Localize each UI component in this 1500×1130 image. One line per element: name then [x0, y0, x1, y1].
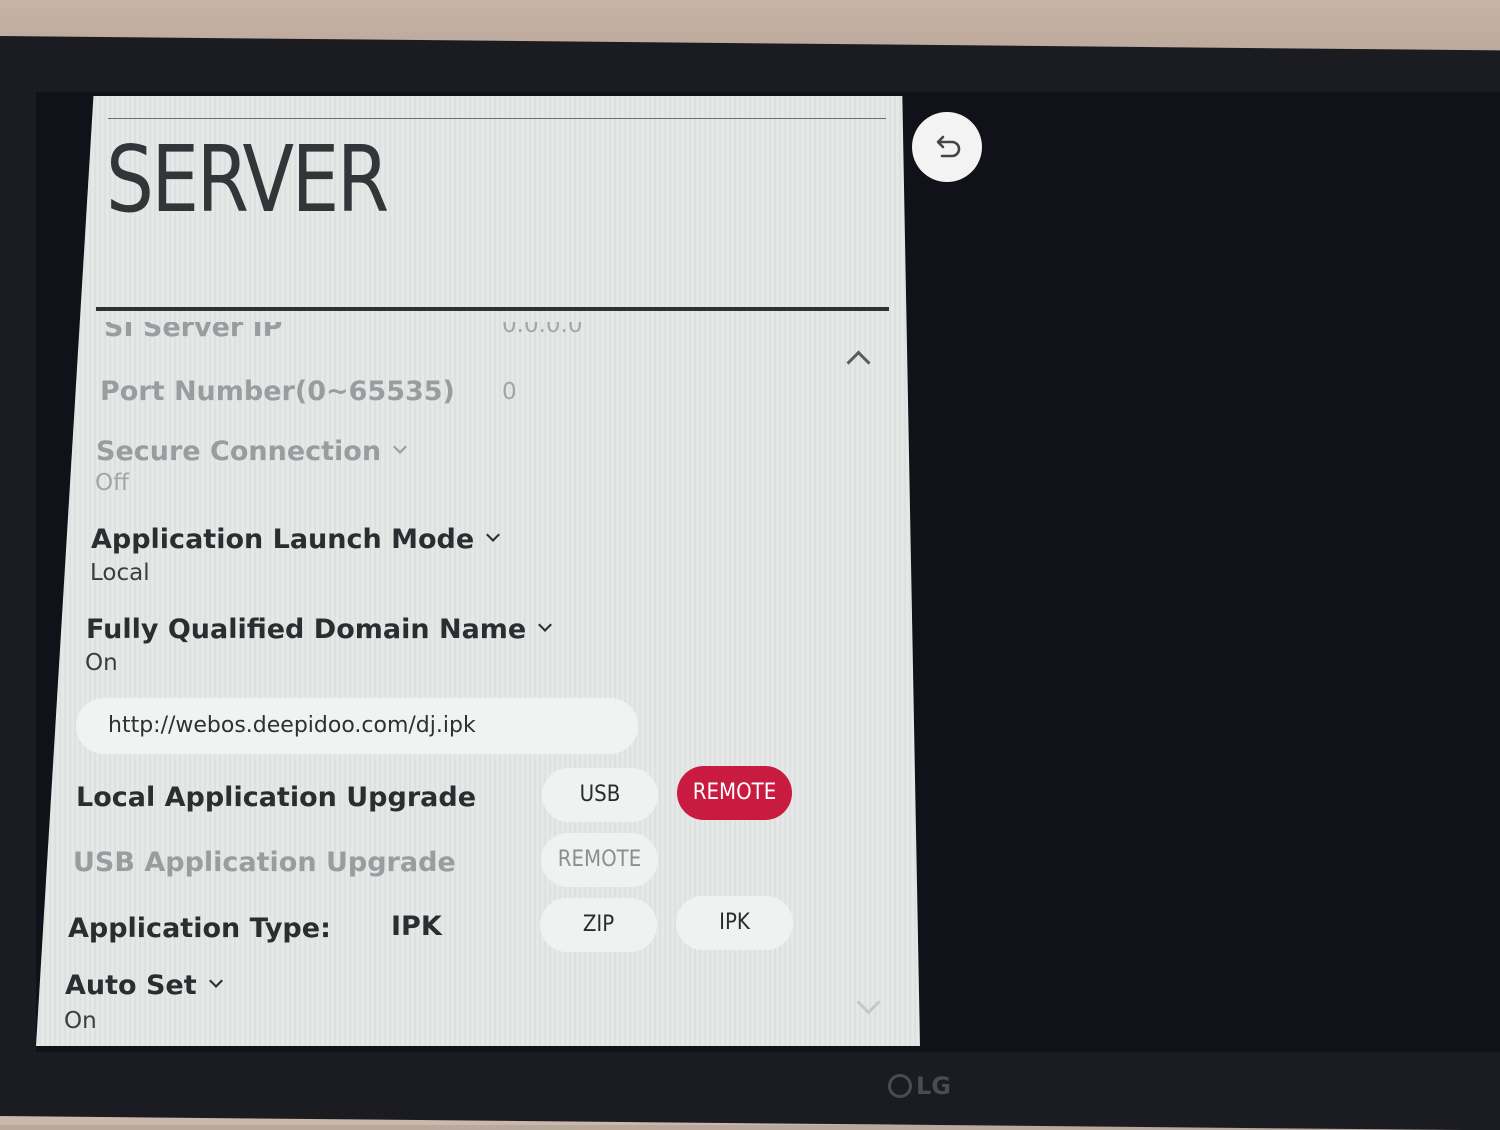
application-type-ipk-button[interactable]: IPK	[676, 896, 793, 950]
usb-upgrade-remote-button[interactable]: REMOTE	[541, 833, 658, 887]
local-upgrade-remote-button[interactable]: REMOTE	[677, 766, 792, 820]
si-server-ip-label: SI Server IP	[104, 312, 283, 343]
application-type-label: Application Type:	[68, 913, 331, 944]
application-type-zip-button[interactable]: ZIP	[540, 898, 657, 952]
secure-connection-value: Off	[95, 470, 129, 496]
chevron-down-icon	[208, 974, 223, 988]
lg-logo-mark	[888, 1074, 912, 1098]
fqdn-value: On	[85, 650, 118, 676]
secure-connection-label: Secure Connection	[96, 436, 382, 467]
chevron-up-icon[interactable]	[846, 350, 871, 375]
chevron-down-icon	[538, 618, 553, 632]
page-title: SERVER	[106, 126, 389, 233]
top-divider	[108, 118, 886, 119]
application-url-input[interactable]: http://webos.deepidoo.com/dj.ipk	[76, 698, 638, 754]
application-launch-mode-label: Application Launch Mode	[91, 524, 475, 555]
chevron-down-icon	[486, 528, 501, 542]
back-button[interactable]	[912, 112, 982, 182]
back-arrow-icon	[936, 135, 961, 158]
chevron-down-icon[interactable]	[856, 990, 881, 1015]
port-number-label: Port Number(0~65535)	[100, 376, 455, 407]
server-settings-panel: SERVER SI Server IP 0.0.0.0 Port Number(…	[36, 96, 920, 1046]
chevron-down-icon	[393, 440, 408, 454]
auto-set-value: On	[64, 1008, 97, 1034]
application-type-value: IPK	[391, 911, 442, 942]
port-number-value: 0	[502, 379, 517, 405]
local-upgrade-usb-button[interactable]: USB	[542, 768, 658, 822]
application-launch-mode-value: Local	[90, 560, 150, 586]
si-server-ip-value: 0.0.0.0	[502, 312, 583, 338]
auto-set-label: Auto Set	[65, 970, 197, 1001]
local-application-upgrade-label: Local Application Upgrade	[76, 782, 477, 813]
header-divider	[96, 307, 889, 311]
fqdn-label: Fully Qualified Domain Name	[86, 614, 527, 645]
lg-logo-text: LG	[916, 1072, 951, 1100]
usb-application-upgrade-label: USB Application Upgrade	[73, 847, 456, 878]
lg-logo: LG	[888, 1072, 951, 1100]
